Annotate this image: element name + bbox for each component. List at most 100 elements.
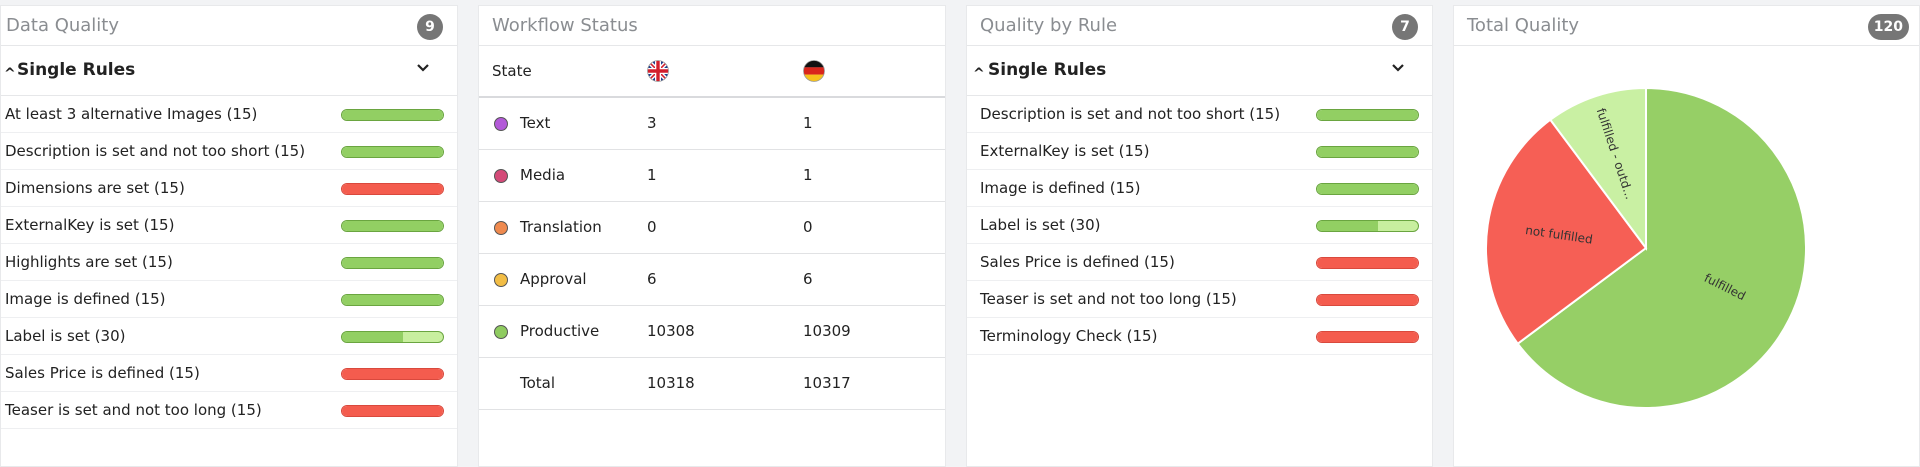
quality-bar <box>1316 146 1419 158</box>
count-de[interactable]: 1 <box>803 166 813 184</box>
group-title: Single Rules <box>988 60 1107 80</box>
rule-row[interactable]: Sales Price is defined (15) <box>967 244 1432 281</box>
quality-bar <box>1316 220 1419 232</box>
quality-bar <box>1316 331 1419 343</box>
rule-label: Description is set and not too short (15… <box>5 142 306 160</box>
rule-row[interactable]: Description is set and not too short (15… <box>967 96 1432 133</box>
state-label: Translation <box>520 218 602 236</box>
caret-up-icon: ^ <box>973 66 985 82</box>
table-row[interactable]: Productive 10308 10309 <box>479 306 945 358</box>
card-header: Total Quality 120 <box>1454 6 1919 46</box>
card-header: Data Quality 9 <box>1 6 457 46</box>
rule-group-toggle[interactable]: ^ Single Rules <box>1 46 457 96</box>
quality-bar <box>341 368 444 380</box>
rule-label: Teaser is set and not too long (15) <box>5 401 262 419</box>
state-label: Text <box>520 114 551 132</box>
count-badge: 7 <box>1392 14 1418 40</box>
group-title: Single Rules <box>17 60 136 80</box>
quality-bar <box>341 146 444 158</box>
quality-bar <box>341 331 444 343</box>
state-label: Productive <box>520 322 600 340</box>
quality-by-rule-card: Quality by Rule 7 ^ Single Rules Descrip… <box>966 5 1433 467</box>
state-label: Approval <box>520 270 587 288</box>
total-quality-pie-chart: fulfillednot fulfilledfulfilled - outd..… <box>1485 86 1807 409</box>
total-quality-card: Total Quality 120 fulfilled not fulfilled… <box>1453 5 1920 467</box>
quality-bar <box>341 220 444 232</box>
card-header: Quality by Rule 7 <box>967 6 1432 46</box>
rule-row[interactable]: Sales Price is defined (15) <box>1 355 457 392</box>
quality-bar <box>1316 109 1419 121</box>
count-en[interactable]: 10308 <box>647 322 695 340</box>
rule-label: Sales Price is defined (15) <box>980 253 1175 271</box>
count-de[interactable]: 10309 <box>803 322 851 340</box>
rule-label: Label is set (30) <box>980 216 1101 234</box>
caret-up-icon: ^ <box>4 66 16 82</box>
rule-row[interactable]: Highlights are set (15) <box>1 244 457 281</box>
count-badge: 9 <box>417 14 443 40</box>
total-en: 10318 <box>647 374 695 392</box>
rule-row[interactable]: Image is defined (15) <box>967 170 1432 207</box>
count-de[interactable]: 6 <box>803 270 813 288</box>
quality-bar <box>341 109 444 121</box>
state-label: Media <box>520 166 566 184</box>
card-title: Data Quality <box>6 15 120 36</box>
rule-row[interactable]: ExternalKey is set (15) <box>1 207 457 244</box>
rule-label: ExternalKey is set (15) <box>980 142 1150 160</box>
state-color-dot <box>494 273 508 287</box>
count-en[interactable]: 1 <box>647 166 657 184</box>
state-column-header: State <box>492 62 532 80</box>
quality-bar <box>341 405 444 417</box>
total-de: 10317 <box>803 374 851 392</box>
rule-row[interactable]: Teaser is set and not too long (15) <box>967 281 1432 318</box>
data-quality-card: Data Quality 9 ^ Single Rules At least 3… <box>0 5 458 467</box>
quality-bar <box>341 183 444 195</box>
rule-label: Image is defined (15) <box>980 179 1141 197</box>
count-en[interactable]: 0 <box>647 218 657 236</box>
table-header: State <box>479 46 945 98</box>
rule-row[interactable]: Image is defined (15) <box>1 281 457 318</box>
rule-row[interactable]: Terminology Check (15) <box>967 318 1432 355</box>
rule-row[interactable]: Label is set (30) <box>967 207 1432 244</box>
count-de[interactable]: 1 <box>803 114 813 132</box>
table-row[interactable]: Approval 6 6 <box>479 254 945 306</box>
rule-label: Image is defined (15) <box>5 290 166 308</box>
quality-bar <box>1316 294 1419 306</box>
rule-row[interactable]: Label is set (30) <box>1 318 457 355</box>
rule-label: Teaser is set and not too long (15) <box>980 290 1237 308</box>
rule-label: Highlights are set (15) <box>5 253 173 271</box>
uk-flag-icon <box>647 60 669 82</box>
table-row[interactable]: Translation 0 0 <box>479 202 945 254</box>
rule-row[interactable]: Description is set and not too short (15… <box>1 133 457 170</box>
total-label: Total <box>520 374 556 392</box>
rule-row[interactable]: Dimensions are set (15) <box>1 170 457 207</box>
card-header: Workflow Status <box>479 6 945 46</box>
rule-row[interactable]: ExternalKey is set (15) <box>967 133 1432 170</box>
rule-group-toggle[interactable]: ^ Single Rules <box>967 46 1432 96</box>
rule-label: Label is set (30) <box>5 327 126 345</box>
state-color-dot <box>494 221 508 235</box>
rule-list: At least 3 alternative Images (15) Descr… <box>1 96 457 429</box>
card-title: Total Quality <box>1467 15 1580 36</box>
rule-label: Terminology Check (15) <box>980 327 1158 345</box>
rule-label: Description is set and not too short (15… <box>980 105 1281 123</box>
rule-row[interactable]: Teaser is set and not too long (15) <box>1 392 457 429</box>
state-color-dot <box>494 169 508 183</box>
count-en[interactable]: 6 <box>647 270 657 288</box>
table-row[interactable]: Text 3 1 <box>479 98 945 150</box>
count-en[interactable]: 3 <box>647 114 657 132</box>
card-title: Quality by Rule <box>980 15 1118 36</box>
chevron-down-icon[interactable] <box>415 62 431 74</box>
quality-bar <box>1316 183 1419 195</box>
table-total-row: Total 10318 10317 <box>479 358 945 410</box>
rule-label: Sales Price is defined (15) <box>5 364 200 382</box>
quality-bar <box>341 257 444 269</box>
quality-bar <box>1316 257 1419 269</box>
count-badge: 120 <box>1867 14 1909 40</box>
germany-flag-icon <box>803 60 825 82</box>
rule-row[interactable]: At least 3 alternative Images (15) <box>1 96 457 133</box>
table-row[interactable]: Media 1 1 <box>479 150 945 202</box>
card-title: Workflow Status <box>492 15 638 36</box>
rule-label: At least 3 alternative Images (15) <box>5 105 258 123</box>
chevron-down-icon[interactable] <box>1390 62 1406 74</box>
count-de[interactable]: 0 <box>803 218 813 236</box>
